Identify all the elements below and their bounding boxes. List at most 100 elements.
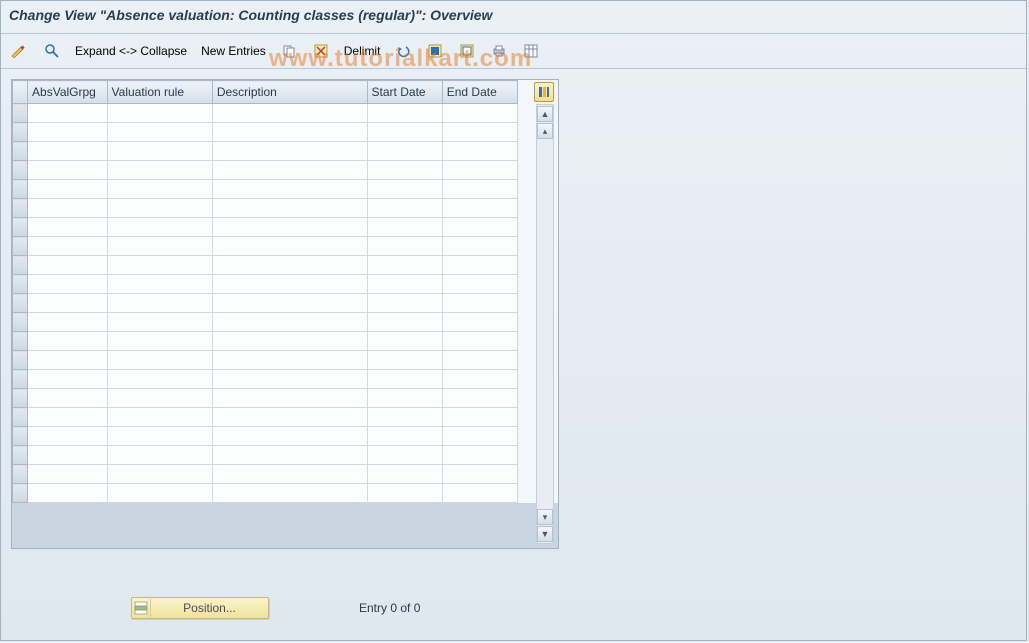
row-selector[interactable] — [13, 351, 28, 370]
table-cell[interactable] — [442, 104, 517, 123]
table-cell[interactable] — [107, 370, 212, 389]
table-cell[interactable] — [212, 313, 367, 332]
table-cell[interactable] — [107, 484, 212, 503]
table-cell[interactable] — [212, 294, 367, 313]
table-cell[interactable] — [212, 370, 367, 389]
table-cell[interactable] — [442, 275, 517, 294]
table-cell[interactable] — [367, 123, 442, 142]
table-cell[interactable] — [442, 351, 517, 370]
table-cell[interactable] — [442, 237, 517, 256]
table-cell[interactable] — [28, 142, 108, 161]
row-selector[interactable] — [13, 408, 28, 427]
row-selector[interactable] — [13, 104, 28, 123]
table-cell[interactable] — [107, 123, 212, 142]
table-cell[interactable] — [442, 389, 517, 408]
table-cell[interactable] — [367, 465, 442, 484]
table-cell[interactable] — [107, 180, 212, 199]
table-cell[interactable] — [28, 199, 108, 218]
col-header-description[interactable]: Description — [212, 81, 367, 104]
row-selector[interactable] — [13, 370, 28, 389]
table-cell[interactable] — [367, 275, 442, 294]
table-cell[interactable] — [442, 332, 517, 351]
configure-columns-button[interactable] — [534, 82, 554, 102]
table-cell[interactable] — [107, 313, 212, 332]
row-selector[interactable] — [13, 446, 28, 465]
table-cell[interactable] — [212, 180, 367, 199]
table-cell[interactable] — [107, 427, 212, 446]
table-cell[interactable] — [367, 370, 442, 389]
table-cell[interactable] — [28, 294, 108, 313]
row-selector[interactable] — [13, 180, 28, 199]
table-cell[interactable] — [28, 275, 108, 294]
table-cell[interactable] — [28, 123, 108, 142]
table-cell[interactable] — [212, 218, 367, 237]
select-all-button[interactable] — [422, 40, 448, 62]
table-cell[interactable] — [28, 427, 108, 446]
row-selector[interactable] — [13, 275, 28, 294]
table-cell[interactable] — [442, 427, 517, 446]
table-cell[interactable] — [28, 446, 108, 465]
table-cell[interactable] — [107, 218, 212, 237]
table-cell[interactable] — [28, 256, 108, 275]
change-display-toggle-button[interactable] — [7, 40, 33, 62]
table-cell[interactable] — [107, 142, 212, 161]
table-cell[interactable] — [442, 123, 517, 142]
deselect-all-button[interactable] — [454, 40, 480, 62]
table-cell[interactable] — [212, 465, 367, 484]
table-cell[interactable] — [107, 199, 212, 218]
table-cell[interactable] — [28, 389, 108, 408]
row-selector[interactable] — [13, 123, 28, 142]
table-cell[interactable] — [212, 351, 367, 370]
scroll-page-up-button[interactable]: ▴ — [537, 123, 553, 139]
table-cell[interactable] — [367, 427, 442, 446]
row-selector[interactable] — [13, 256, 28, 275]
table-cell[interactable] — [442, 446, 517, 465]
table-cell[interactable] — [28, 313, 108, 332]
row-selector[interactable] — [13, 313, 28, 332]
table-cell[interactable] — [367, 313, 442, 332]
table-cell[interactable] — [367, 104, 442, 123]
table-cell[interactable] — [28, 161, 108, 180]
table-cell[interactable] — [212, 256, 367, 275]
row-selector[interactable] — [13, 142, 28, 161]
col-header-absvalgrpg[interactable]: AbsValGrpg — [28, 81, 108, 104]
delete-button[interactable] — [308, 40, 334, 62]
table-cell[interactable] — [367, 161, 442, 180]
table-cell[interactable] — [28, 408, 108, 427]
table-cell[interactable] — [28, 218, 108, 237]
row-selector[interactable] — [13, 465, 28, 484]
table-cell[interactable] — [442, 199, 517, 218]
scroll-page-down-button[interactable]: ▾ — [537, 509, 553, 525]
row-selector[interactable] — [13, 237, 28, 256]
scroll-down-button[interactable]: ▼ — [537, 526, 553, 542]
table-cell[interactable] — [107, 332, 212, 351]
table-cell[interactable] — [442, 484, 517, 503]
row-selector[interactable] — [13, 218, 28, 237]
table-cell[interactable] — [367, 237, 442, 256]
scroll-up-button[interactable]: ▲ — [537, 106, 553, 122]
row-selector[interactable] — [13, 427, 28, 446]
table-cell[interactable] — [212, 161, 367, 180]
table-cell[interactable] — [212, 446, 367, 465]
col-header-valuation-rule[interactable]: Valuation rule — [107, 81, 212, 104]
table-cell[interactable] — [107, 237, 212, 256]
table-cell[interactable] — [367, 351, 442, 370]
col-header-end-date[interactable]: End Date — [442, 81, 517, 104]
table-cell[interactable] — [442, 408, 517, 427]
table-cell[interactable] — [442, 180, 517, 199]
table-cell[interactable] — [28, 332, 108, 351]
table-cell[interactable] — [107, 351, 212, 370]
col-header-start-date[interactable]: Start Date — [367, 81, 442, 104]
table-cell[interactable] — [28, 104, 108, 123]
row-selector[interactable] — [13, 332, 28, 351]
new-entries-button[interactable]: New Entries — [197, 41, 270, 61]
undo-button[interactable] — [390, 40, 416, 62]
table-cell[interactable] — [212, 237, 367, 256]
table-cell[interactable] — [212, 199, 367, 218]
table-cell[interactable] — [28, 237, 108, 256]
table-cell[interactable] — [212, 275, 367, 294]
table-cell[interactable] — [107, 408, 212, 427]
row-selector[interactable] — [13, 389, 28, 408]
table-cell[interactable] — [107, 294, 212, 313]
find-button[interactable] — [39, 40, 65, 62]
